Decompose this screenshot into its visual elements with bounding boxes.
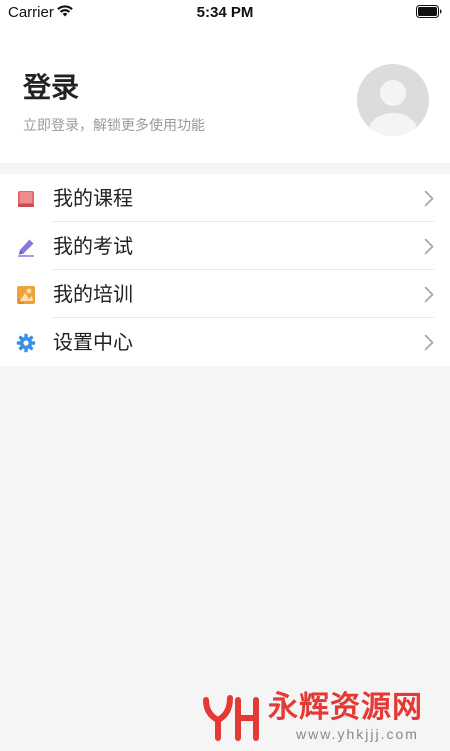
training-icon xyxy=(17,286,35,304)
watermark: 永辉资源网 www.yhkjjj.com xyxy=(200,690,440,746)
battery-icon xyxy=(416,5,442,18)
status-bar: Carrier 5:34 PM xyxy=(0,0,450,26)
menu-item-exams[interactable]: 我的考试 xyxy=(0,222,450,270)
menu-item-label: 设置中心 xyxy=(53,330,133,354)
login-title[interactable]: 登录 xyxy=(23,70,79,106)
pencil-icon xyxy=(18,239,34,257)
menu-item-training[interactable]: 我的培训 xyxy=(0,270,450,318)
watermark-url: www.yhkjjj.com xyxy=(296,726,419,742)
menu-item-settings[interactable]: 设置中心 xyxy=(0,318,450,366)
menu-item-courses[interactable]: 我的课程 xyxy=(0,174,450,222)
menu-item-label: 我的课程 xyxy=(53,186,133,210)
watermark-text: 永辉资源网 xyxy=(268,690,423,725)
status-time: 5:34 PM xyxy=(196,4,254,21)
app-screen: Carrier 5:34 PM 登录 立即登录，解锁更多使用功能 我的课程 我的… xyxy=(0,0,450,751)
chevron-right-icon xyxy=(424,334,434,351)
menu-item-label: 我的考试 xyxy=(53,234,133,258)
chevron-right-icon xyxy=(424,190,434,207)
gear-icon xyxy=(16,333,36,353)
login-header[interactable]: 登录 立即登录，解锁更多使用功能 xyxy=(0,26,450,163)
login-subtitle: 立即登录，解锁更多使用功能 xyxy=(23,118,205,134)
menu-list: 我的课程 我的考试 我的培训 设置中心 xyxy=(0,174,450,366)
chevron-right-icon xyxy=(424,238,434,255)
avatar[interactable] xyxy=(357,64,429,136)
book-icon xyxy=(18,191,34,207)
default-avatar-icon xyxy=(357,64,429,136)
menu-item-label: 我的培训 xyxy=(53,282,133,306)
watermark-logo-icon xyxy=(203,695,259,741)
chevron-right-icon xyxy=(424,286,434,303)
